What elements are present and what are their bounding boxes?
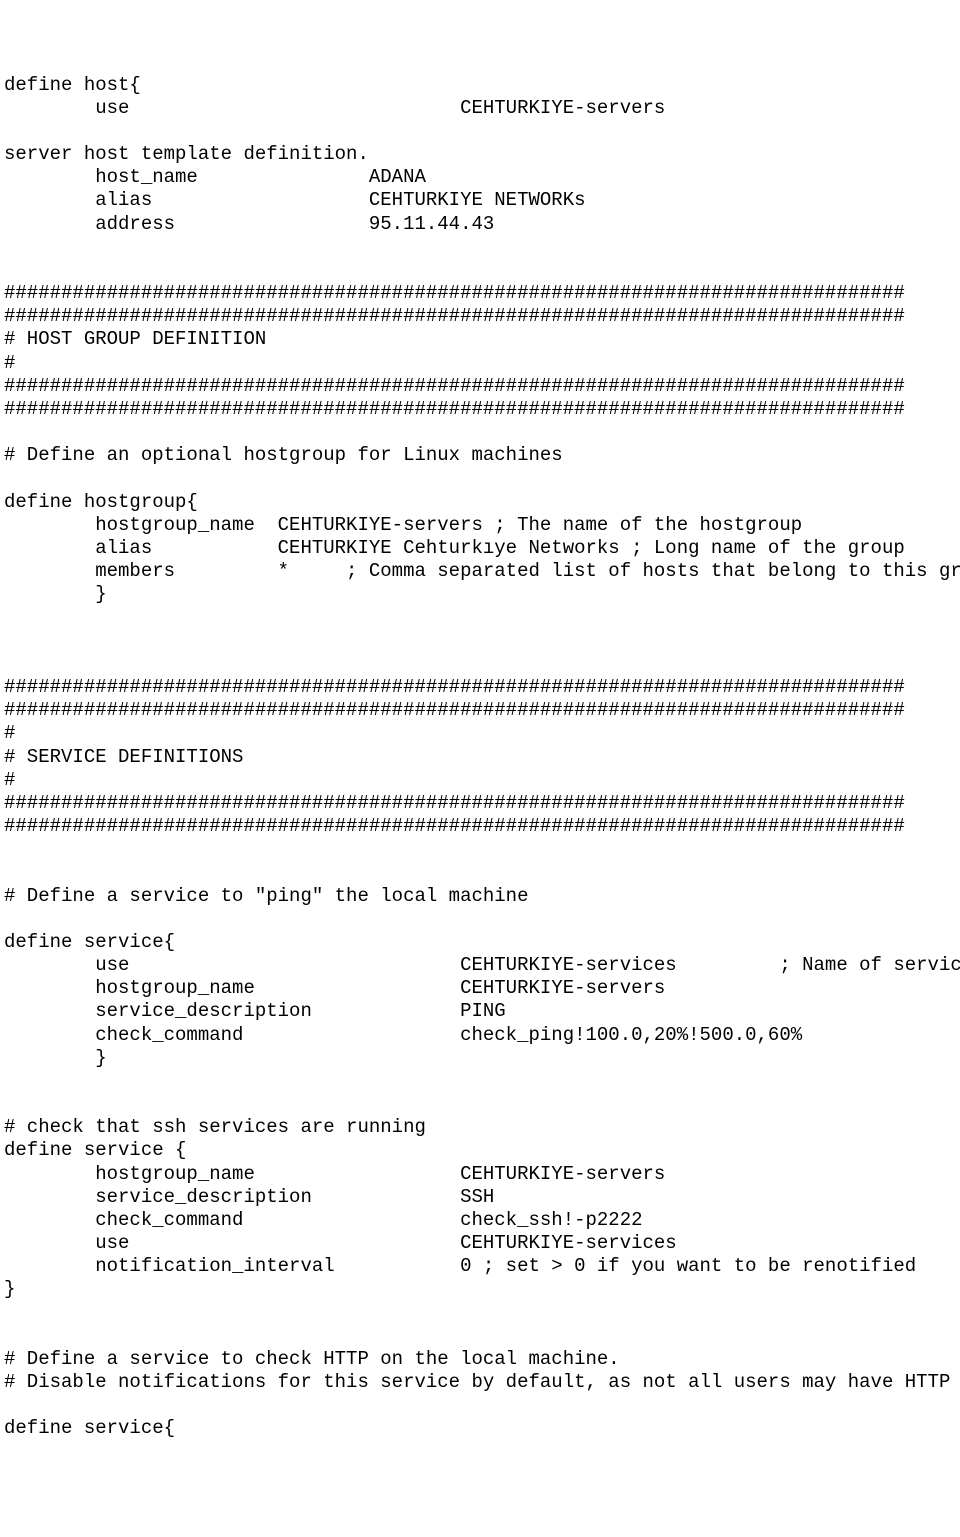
- nagios-config-text: define host{ use CEHTURKIYE-servers serv…: [4, 74, 960, 1441]
